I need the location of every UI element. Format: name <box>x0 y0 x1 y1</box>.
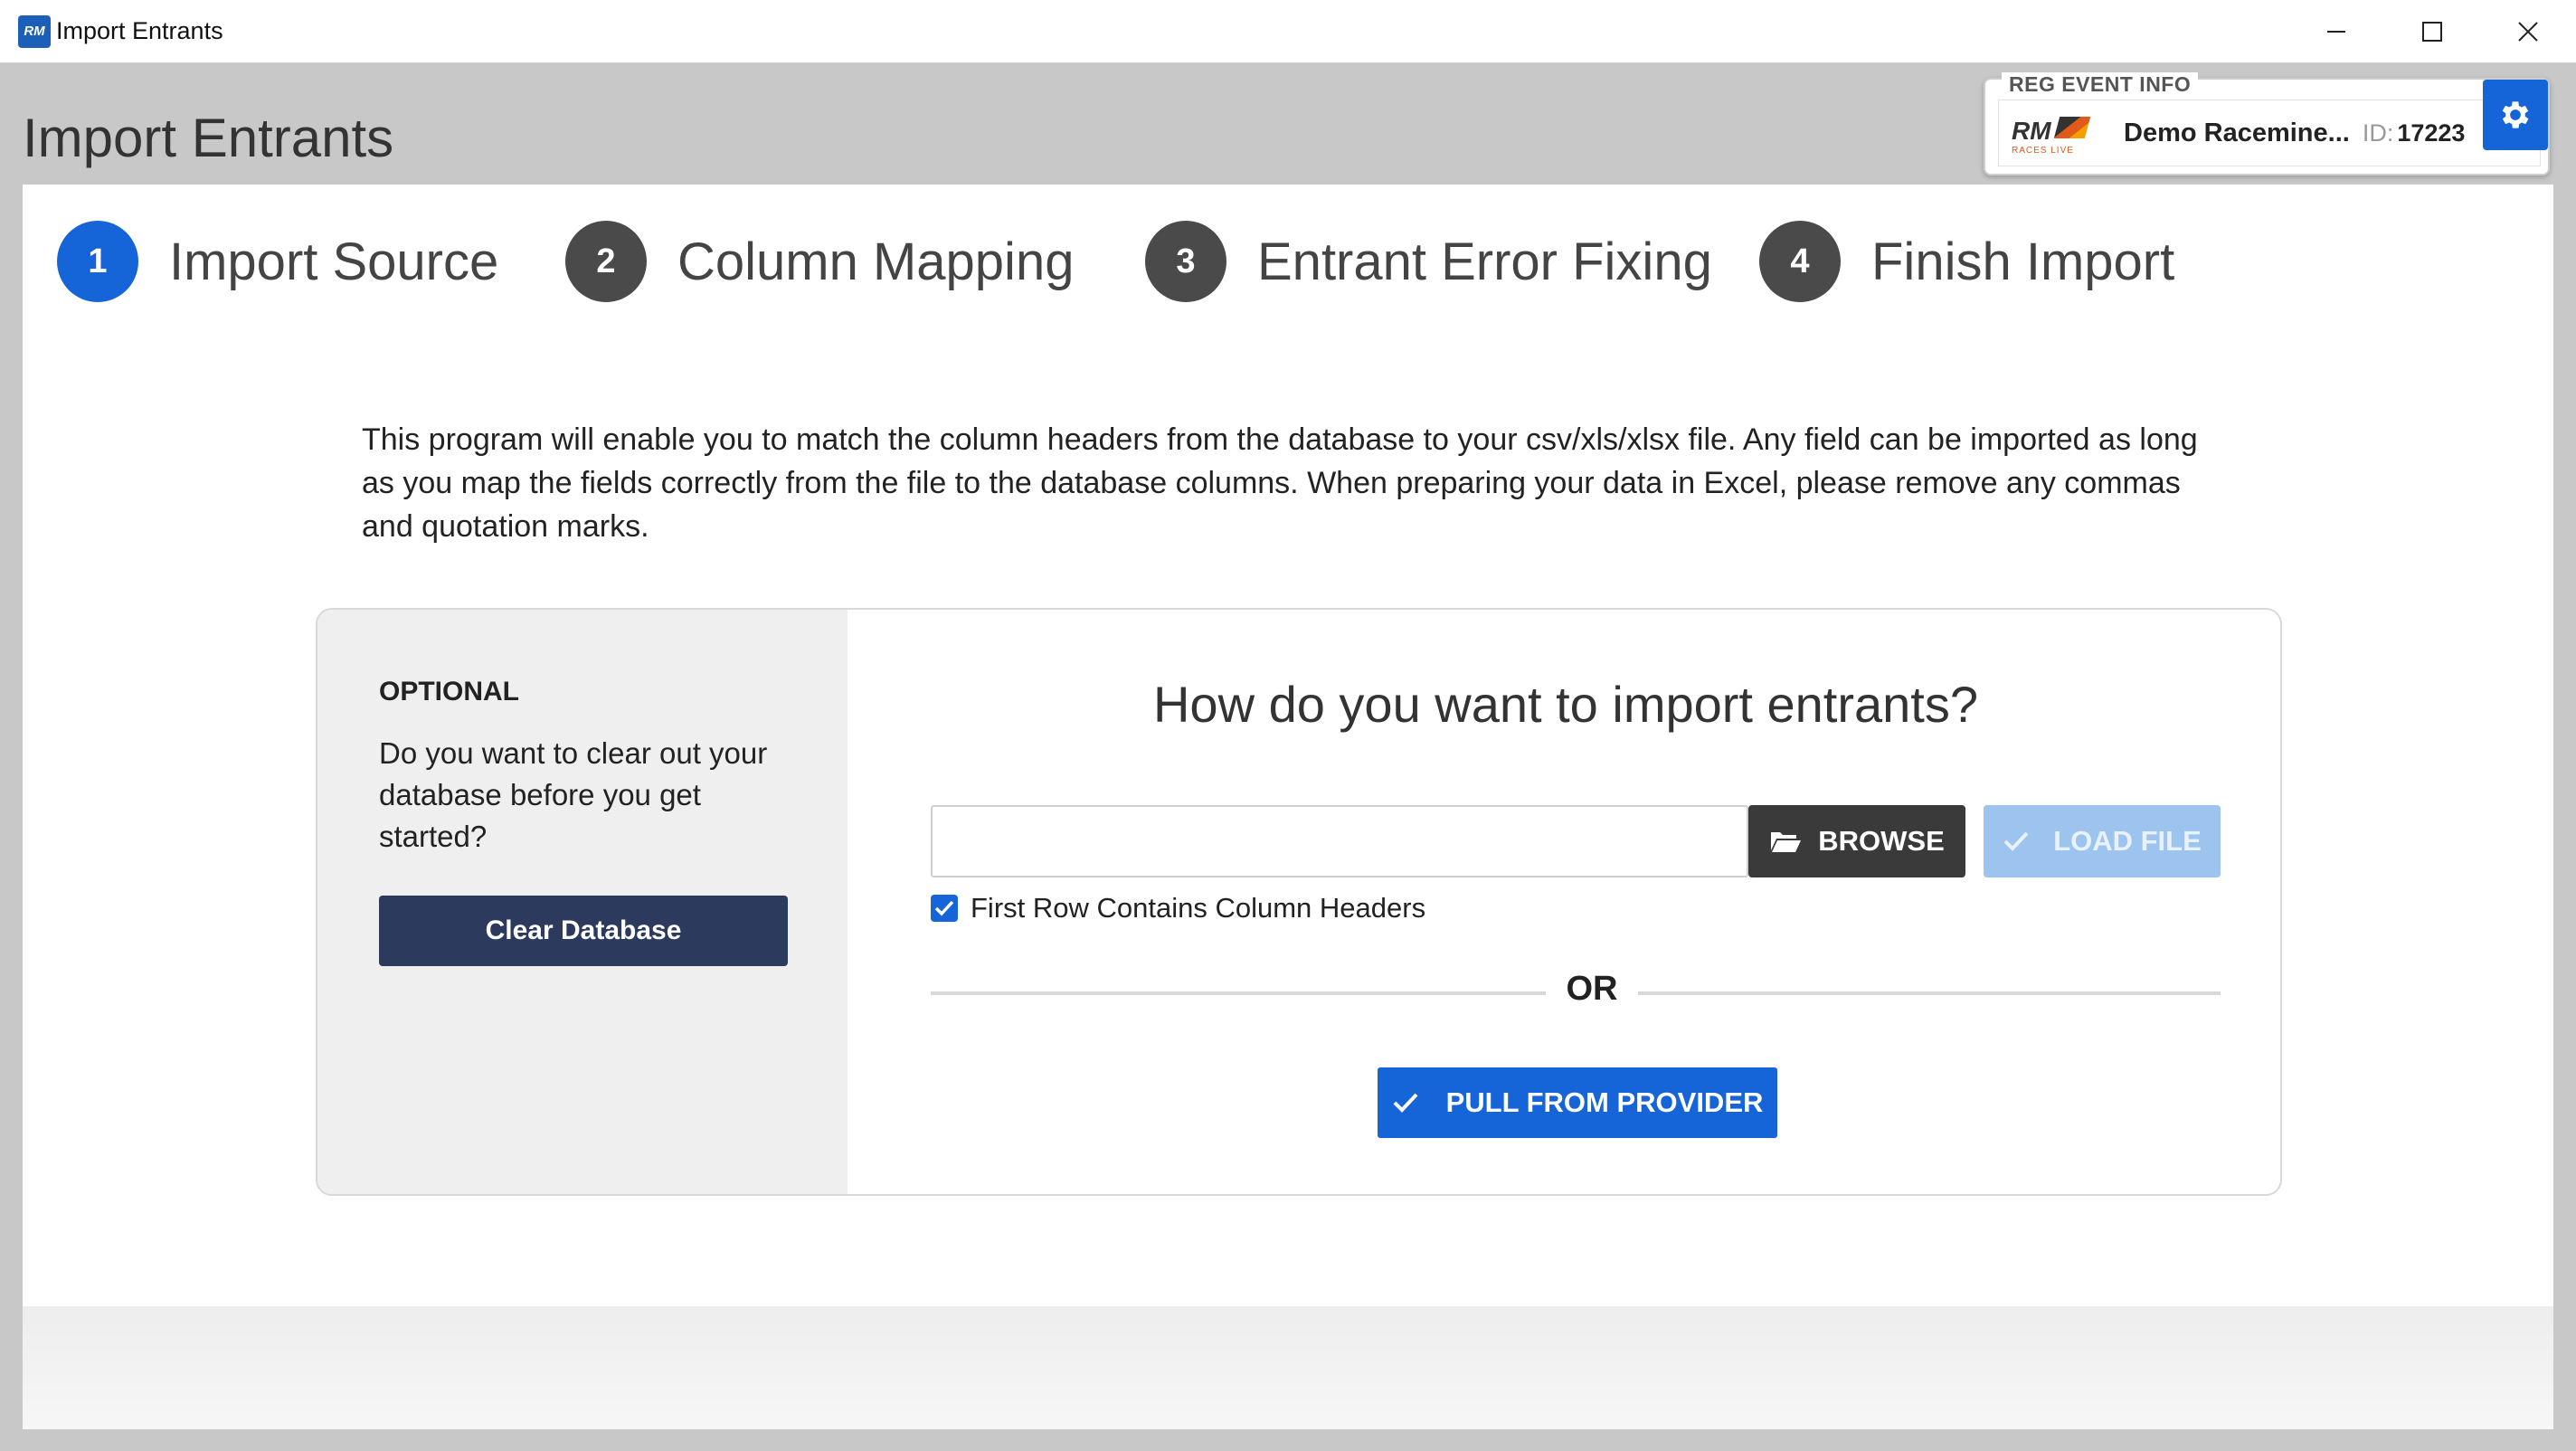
window-titlebar: RM Import Entrants <box>0 0 2576 63</box>
pull-from-provider-button[interactable]: PULL FROM PROVIDER <box>1378 1067 1777 1138</box>
import-description: This program will enable you to match th… <box>362 422 2198 544</box>
import-card: OPTIONAL Do you want to clear out your d… <box>316 608 2282 1196</box>
maximize-button[interactable] <box>2384 0 2480 63</box>
logo-flag-icon <box>2053 117 2091 138</box>
optional-panel: OPTIONAL Do you want to clear out your d… <box>317 610 848 1194</box>
close-icon <box>2518 22 2538 42</box>
reg-event-inner: RM RACES LIVE Demo Racemine... ID: 17223 <box>1998 100 2541 166</box>
step-label: Column Mapping <box>677 232 1075 291</box>
or-text: OR <box>1566 970 1618 1008</box>
check-icon <box>1393 1093 1418 1113</box>
first-row-headers-label: First Row Contains Column Headers <box>971 892 1426 924</box>
logo-subtext: RACES LIVE <box>2012 146 2074 156</box>
pull-from-provider-label: PULL FROM PROVIDER <box>1445 1086 1764 1118</box>
step-label: Finish Import <box>1871 232 2175 291</box>
reg-event-info: REG EVENT INFO RM RACES LIVE Demo Racemi… <box>1984 72 2550 175</box>
minimize-button[interactable] <box>2288 0 2384 63</box>
divider-line <box>1638 991 2221 995</box>
minimize-icon <box>2327 31 2345 33</box>
footer-bar <box>23 1306 2553 1429</box>
folder-open-icon <box>1771 832 1802 852</box>
racemine-logo: RM RACES LIVE <box>2008 108 2098 158</box>
step-column-mapping[interactable]: 2 Column Mapping <box>565 221 1074 302</box>
divider-line <box>931 991 1546 995</box>
step-label: Import Source <box>169 232 499 291</box>
maximize-icon <box>2422 22 2442 42</box>
event-id-label: ID: <box>2362 119 2394 147</box>
event-id: 17223 <box>2397 119 2466 147</box>
first-row-headers-checkbox[interactable] <box>931 895 958 922</box>
file-path-input[interactable] <box>931 805 1748 877</box>
optional-text: Do you want to clear out your database b… <box>379 736 768 853</box>
close-button[interactable] <box>2480 0 2576 63</box>
clear-database-button[interactable]: Clear Database <box>379 896 788 966</box>
step-entrant-error-fixing[interactable]: 3 Entrant Error Fixing <box>1145 221 1712 302</box>
load-file-button[interactable]: LOAD FILE <box>1984 805 2221 877</box>
event-settings-button[interactable] <box>2483 80 2548 150</box>
browse-button[interactable]: BROWSE <box>1748 805 1965 877</box>
checkmark-icon <box>934 900 954 916</box>
main-panel: 1 Import Source 2 Column Mapping 3 Entra… <box>23 185 2553 1429</box>
window-controls <box>2288 0 2576 63</box>
page-title: Import Entrants <box>23 108 394 168</box>
step-import-source[interactable]: 1 Import Source <box>57 221 498 302</box>
check-icon <box>2003 831 2029 851</box>
rm-app-icon: RM <box>18 14 51 48</box>
optional-label: OPTIONAL <box>379 677 519 707</box>
load-file-label: LOAD FILE <box>2053 825 2202 857</box>
first-row-headers-option[interactable]: First Row Contains Column Headers <box>931 892 1425 925</box>
step-finish-import[interactable]: 4 Finish Import <box>1759 221 2174 302</box>
step-number: 4 <box>1759 221 1841 302</box>
logo-text: RM <box>2012 117 2051 145</box>
reg-event-label: REG EVENT INFO <box>2002 72 2199 97</box>
step-number: 1 <box>57 221 138 302</box>
step-label: Entrant Error Fixing <box>1257 232 1712 291</box>
window-title: Import Entrants <box>56 17 223 44</box>
gear-icon <box>2502 101 2529 128</box>
step-number: 3 <box>1145 221 1226 302</box>
event-name: Demo Racemine... <box>2124 118 2350 147</box>
or-divider: OR <box>931 970 2221 1015</box>
step-number: 2 <box>565 221 647 302</box>
browse-label: BROWSE <box>1818 825 1945 857</box>
import-heading: How do you want to import entrants? <box>1152 676 1979 733</box>
